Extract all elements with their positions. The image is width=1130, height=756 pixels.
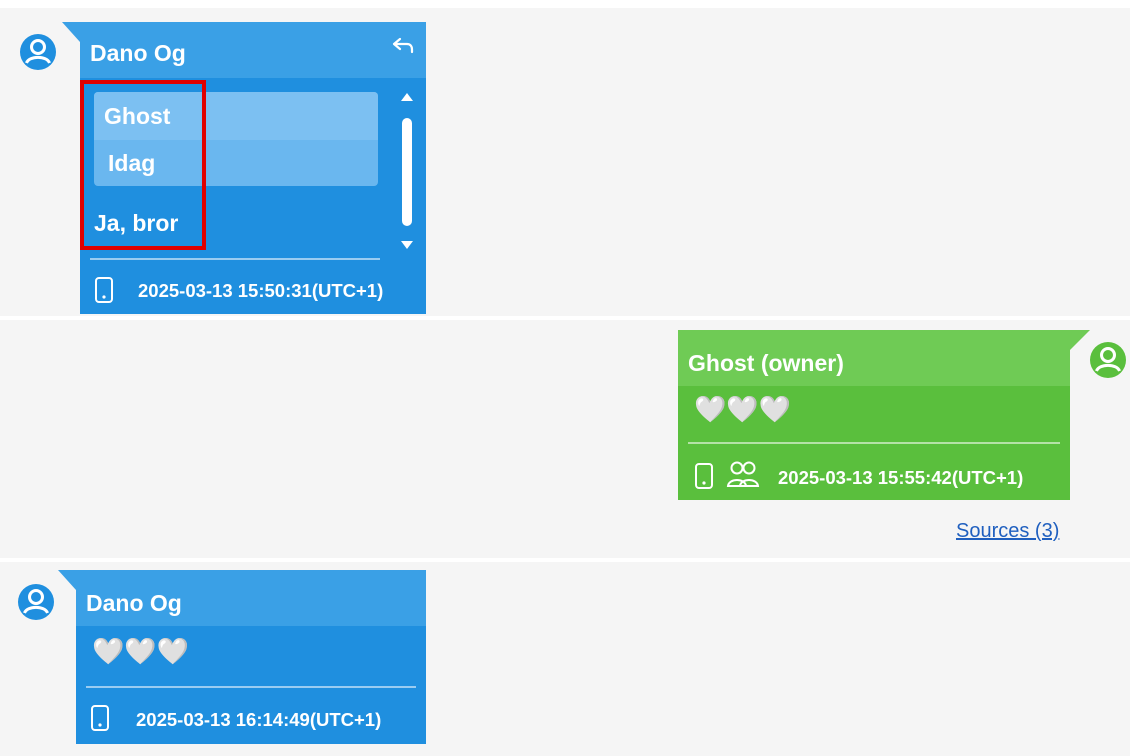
bubble-divider (90, 258, 380, 260)
user-avatar-icon[interactable] (1088, 340, 1128, 380)
quoted-text: Idag (108, 150, 156, 176)
timestamp: 2025-03-13 15:50:31(UTC+1) (138, 280, 384, 301)
row-separator (0, 558, 1130, 562)
bubble-tail (1070, 330, 1090, 350)
phone-icon (695, 463, 713, 489)
reply-icon[interactable] (392, 36, 414, 56)
message-text: 🤍🤍🤍 (694, 394, 792, 424)
bubble-tail (62, 22, 80, 42)
message-bubble: Dano Og 🤍🤍🤍 2025-03-13 16:14:49(UTC+1) (58, 570, 426, 744)
row-separator (0, 316, 1130, 320)
bubble-divider (688, 442, 1060, 444)
scrollbar-thumb[interactable] (402, 118, 412, 226)
phone-icon (91, 705, 109, 731)
top-divider (0, 0, 1130, 8)
user-avatar-icon[interactable] (18, 32, 58, 72)
sender-name: Dano Og (80, 22, 426, 78)
sender-name: Ghost (owner) (678, 330, 1070, 386)
quoted-sender: Ghost (104, 103, 171, 129)
user-avatar-icon[interactable] (16, 582, 56, 622)
quoted-message[interactable]: Ghost Idag (94, 92, 378, 186)
phone-icon (95, 277, 113, 303)
message-bubble: Ghost (owner) 🤍🤍🤍 2025-03-13 15:55:42(UT… (678, 330, 1090, 500)
timestamp: 2025-03-13 15:55:42(UTC+1) (778, 467, 1024, 488)
bubble-tail (58, 570, 76, 590)
bubble-divider (86, 686, 416, 688)
scroll-up-arrow-icon[interactable] (400, 92, 414, 102)
message-text: 🤍🤍🤍 (92, 636, 190, 666)
message-text: Ja, bror (94, 210, 179, 236)
sender-name: Dano Og (76, 570, 426, 626)
message-bubble: Dano Og Ghost Idag Ja, bror 2025-03-13 1… (62, 22, 426, 314)
sources-link[interactable]: Sources (3) (956, 520, 1059, 543)
timestamp: 2025-03-13 16:14:49(UTC+1) (136, 709, 382, 730)
scroll-down-arrow-icon[interactable] (400, 240, 414, 250)
group-icon (726, 461, 760, 487)
